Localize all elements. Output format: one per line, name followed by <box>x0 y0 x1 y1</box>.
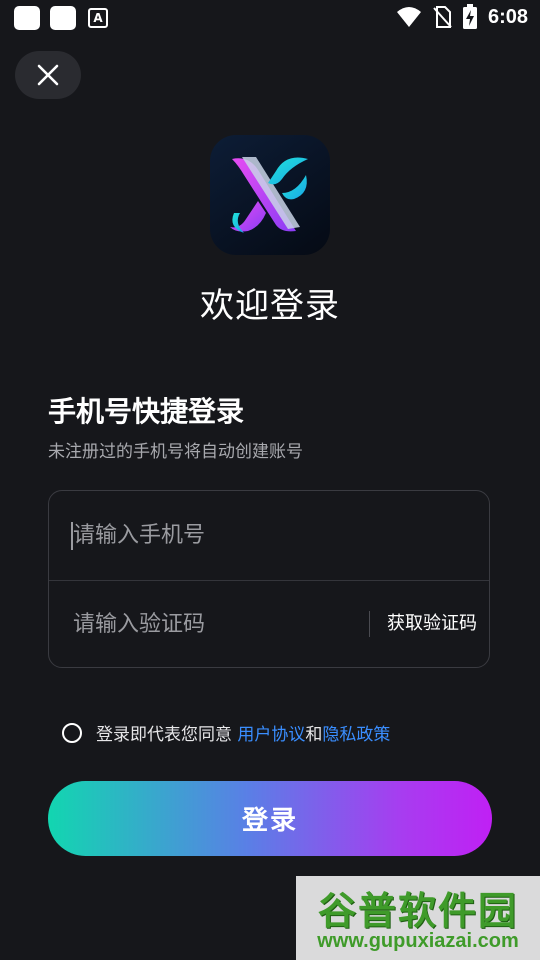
user-agreement-link[interactable]: 用户协议 <box>237 720 305 745</box>
app-logo-x-icon <box>230 157 308 233</box>
wifi-icon <box>396 7 421 27</box>
verification-code-input[interactable] <box>73 580 353 668</box>
no-sim-icon <box>433 6 452 28</box>
status-bar-notifications: A <box>14 6 108 30</box>
code-row: 获取验证码 <box>49 580 489 668</box>
get-code-button[interactable]: 获取验证码 <box>387 580 477 668</box>
app-logo <box>210 135 330 255</box>
status-bar-system: 6:08 <box>396 4 528 30</box>
agreement-prefix: 登录即代表您同意 <box>96 725 238 745</box>
watermark: 谷普软件园 www.gupuxiazai.com <box>296 876 540 960</box>
notification-app-icon <box>50 6 76 30</box>
close-icon <box>37 64 59 86</box>
status-time: 6:08 <box>487 5 528 28</box>
phone-row <box>49 491 489 581</box>
code-divider <box>369 611 370 637</box>
notification-app-icon <box>14 6 40 30</box>
agreement-conjunction: 和 <box>305 725 323 745</box>
status-bar: A 6:08 <box>0 0 540 36</box>
login-section-subtitle: 未注册过的手机号将自动创建账号 <box>48 442 303 462</box>
login-button[interactable]: 登录 <box>48 781 492 856</box>
login-form: 获取验证码 <box>48 490 490 668</box>
welcome-title: 欢迎登录 <box>200 286 340 326</box>
agreement-checkbox[interactable] <box>62 722 82 743</box>
notification-a-icon: A <box>88 8 108 28</box>
close-button[interactable] <box>15 51 81 99</box>
phone-input[interactable] <box>73 491 373 580</box>
battery-charging-icon <box>462 4 477 29</box>
agreement-row: 登录即代表您同意 用户协议 和 隐私政策 <box>62 720 390 745</box>
privacy-policy-link[interactable]: 隐私政策 <box>322 720 390 745</box>
login-section-title: 手机号快捷登录 <box>48 395 245 428</box>
watermark-url: www.gupuxiazai.com <box>317 930 519 952</box>
watermark-title: 谷普软件园 <box>317 889 518 933</box>
